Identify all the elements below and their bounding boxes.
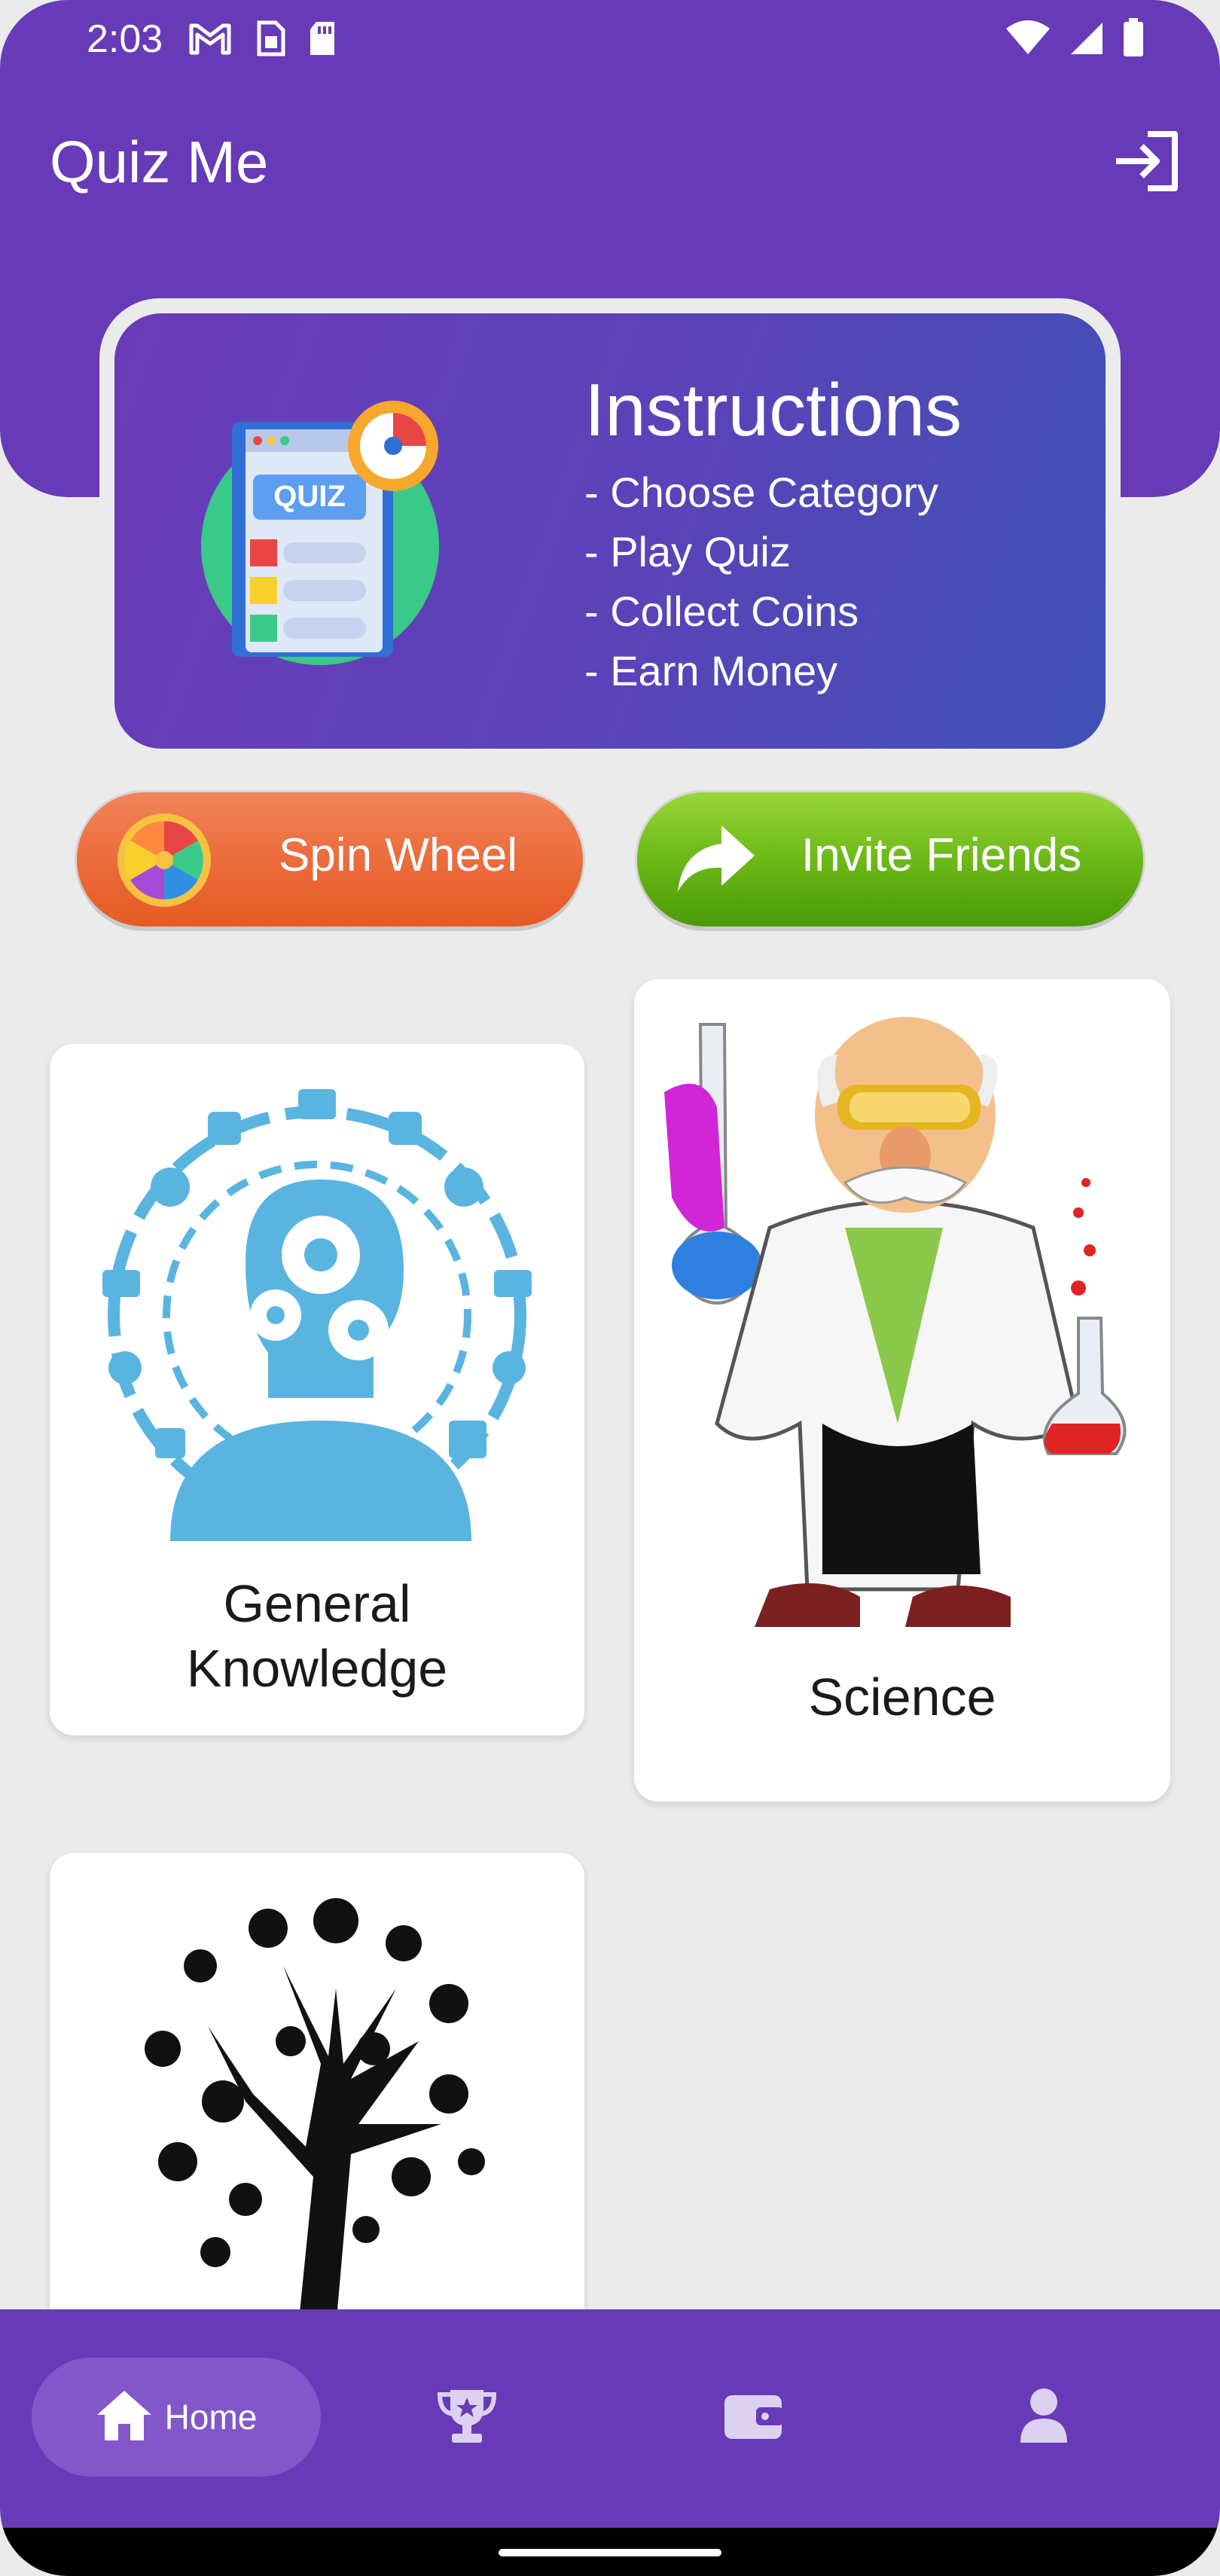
instruction-item: - Collect Coins: [584, 588, 859, 635]
home-icon: [96, 2389, 153, 2445]
quiz-illustration-text: QUIZ: [273, 480, 346, 513]
app-screen: 2:03 Quiz Me QUIZ Instructions - Choose …: [0, 0, 1220, 2576]
wallet-icon: [723, 2391, 783, 2443]
quiz-illustration: QUIZ: [196, 399, 452, 670]
category-label: Science: [808, 1668, 996, 1726]
share-arrow-icon: [675, 823, 758, 895]
invite-friends-label: Invite Friends: [801, 829, 1082, 881]
category-label-line: Knowledge: [186, 1639, 448, 1698]
logout-button[interactable]: [1110, 127, 1182, 199]
wifi-icon: [1005, 20, 1051, 59]
app-title: Quiz Me: [50, 129, 269, 195]
sd-card-icon: [307, 20, 337, 60]
logout-icon: [1112, 130, 1181, 196]
spin-wheel-icon: [116, 812, 212, 908]
trophy-icon: [437, 2387, 497, 2447]
category-card-general-knowledge[interactable]: General Knowledge: [50, 1044, 584, 1735]
instruction-item: - Play Quiz: [584, 528, 791, 575]
instructions-title: Instructions: [584, 368, 962, 451]
instruction-item: - Choose Category: [584, 469, 939, 516]
sim-icon: [253, 20, 286, 60]
category-label-line: General: [223, 1574, 411, 1633]
status-bar: 2:03: [0, 0, 1220, 83]
nav-home[interactable]: Home: [32, 2358, 321, 2477]
gmail-icon: [188, 21, 232, 59]
category-card-science[interactable]: Science: [634, 979, 1170, 1802]
nav-home-label: Home: [164, 2397, 258, 2437]
scientist-image: [657, 1002, 1148, 1657]
home-indicator[interactable]: [499, 2549, 721, 2556]
status-time: 2:03: [87, 17, 163, 61]
signal-icon: [1068, 20, 1106, 59]
general-knowledge-image: [72, 1067, 562, 1549]
instructions-list: - Choose Category - Play Quiz - Collect …: [584, 462, 938, 700]
spin-wheel-label: Spin Wheel: [279, 829, 518, 881]
category-label: General Knowledge: [50, 1571, 584, 1701]
spin-wheel-button[interactable]: Spin Wheel: [77, 792, 583, 926]
invite-friends-button[interactable]: Invite Friends: [637, 792, 1143, 926]
nav-profile[interactable]: [976, 2358, 1112, 2477]
instruction-item: - Earn Money: [584, 647, 838, 694]
profile-icon: [1017, 2387, 1070, 2447]
bottom-navigation: Home: [0, 2309, 1220, 2528]
math-tree-image: [95, 1876, 547, 2327]
battery-icon: [1122, 18, 1145, 60]
nav-wallet[interactable]: [685, 2358, 821, 2477]
nav-leaderboard[interactable]: [399, 2358, 535, 2477]
